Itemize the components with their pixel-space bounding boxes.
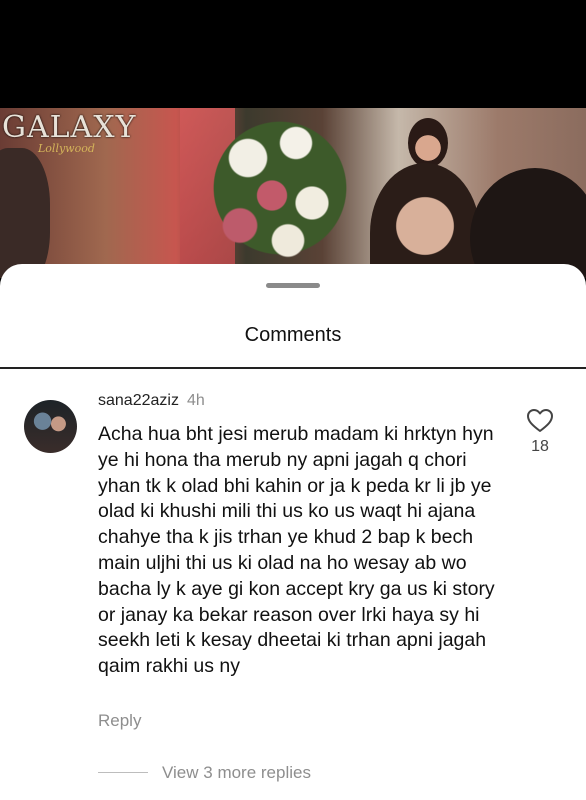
top-black-bar [0, 0, 586, 108]
reply-button[interactable]: Reply [98, 711, 141, 731]
replies-divider-line [98, 772, 148, 773]
video-flowers [200, 113, 360, 263]
view-more-replies-button[interactable]: View 3 more replies [162, 763, 311, 783]
channel-logo: GALAXY [2, 110, 137, 145]
username[interactable]: sana22aziz [98, 392, 179, 409]
drag-handle[interactable] [266, 283, 320, 288]
video-player[interactable]: GALAXY Lollywood [0, 108, 586, 278]
video-figure-background [408, 118, 448, 168]
comment-text: Acha hua bht jesi merub madam ki hrktyn … [98, 423, 495, 678]
comment-time: 4h [186, 392, 205, 409]
comment-header: sana22aziz 4h [98, 392, 205, 410]
channel-logo-subtext: Lollywood [38, 142, 95, 155]
like-count: 18 [531, 438, 549, 455]
video-figure-right [470, 168, 586, 278]
avatar[interactable] [24, 400, 77, 453]
sheet-title: Comments [244, 324, 342, 346]
title-divider [0, 367, 586, 369]
video-figure-left [0, 148, 50, 278]
video-figure-center [370, 163, 480, 278]
heart-icon[interactable] [526, 408, 554, 434]
comments-sheet: Comments sana22aziz 4h Acha hua bht jesi … [0, 264, 586, 800]
